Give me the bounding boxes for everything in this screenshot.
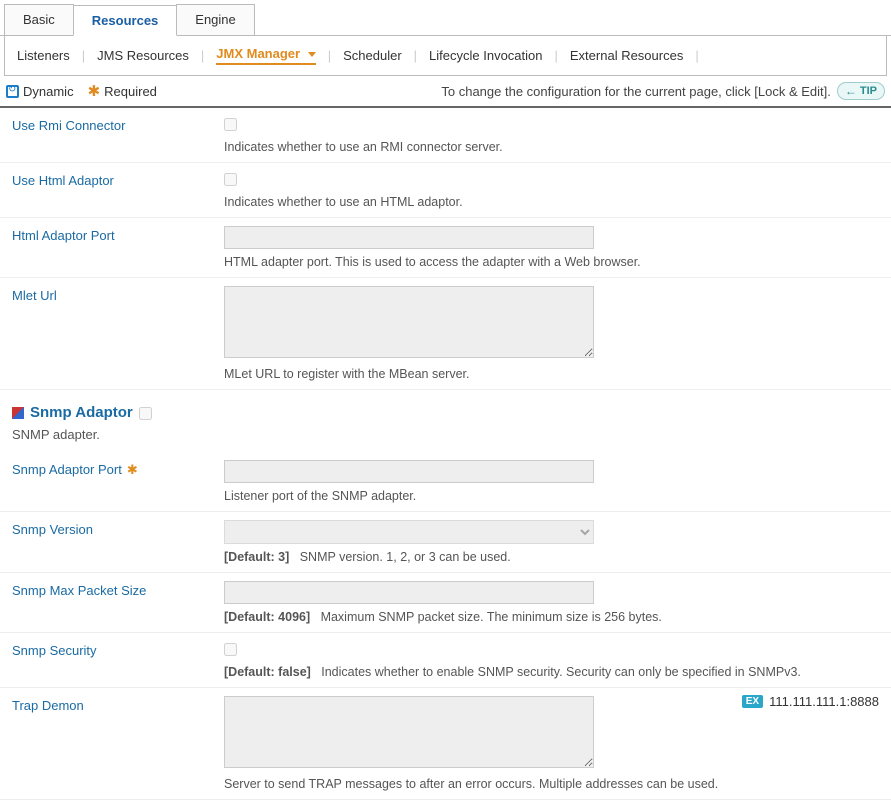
tip-badge-label: TIP [860, 85, 877, 97]
subtab-jmx-manager[interactable]: JMX Manager [216, 46, 315, 65]
select-snmp-version[interactable] [224, 520, 594, 544]
input-snmp-max-packet[interactable] [224, 581, 594, 604]
label-text: Mlet Url [12, 288, 57, 303]
example-value: 111.111.111.1:8888 [769, 694, 879, 709]
checkbox-use-html-adaptor[interactable] [224, 173, 237, 186]
label-snmp-version: Snmp Version [0, 512, 220, 572]
default-snmp-max-packet: [Default: 4096] [224, 610, 310, 624]
section-snmp-title: Snmp Adaptor [30, 404, 133, 421]
separator: | [414, 48, 417, 63]
label-snmp-adaptor-port: Snmp Adaptor Port ✱ [0, 452, 220, 511]
subtab-scheduler[interactable]: Scheduler [343, 48, 402, 63]
row-html-adaptor-port: Html Adaptor Port HTML adapter port. Thi… [0, 218, 891, 278]
legend-required: ✱ Required [88, 82, 157, 100]
label-snmp-max-packet: Snmp Max Packet Size [0, 573, 220, 632]
row-snmp-security: Snmp Security [Default: false] Indicates… [0, 633, 891, 688]
tab-basic[interactable]: Basic [4, 4, 74, 35]
flag-icon [12, 407, 24, 419]
legend-required-label: Required [104, 84, 157, 99]
row-use-rmi-connector: Use Rmi Connector Indicates whether to u… [0, 108, 891, 163]
subtab-listeners[interactable]: Listeners [17, 48, 70, 63]
separator: | [82, 48, 85, 63]
label-snmp-security: Snmp Security [0, 633, 220, 687]
help-trap-demon: Server to send TRAP messages to after an… [224, 777, 879, 791]
tip-badge: ← TIP [837, 82, 885, 100]
arrow-left-icon: ← [845, 84, 857, 98]
help-mlet-url: MLet URL to register with the MBean serv… [224, 367, 879, 381]
subtab-jmx-manager-label: JMX Manager [216, 46, 300, 61]
help-use-html-adaptor: Indicates whether to use an HTML adaptor… [224, 195, 879, 209]
default-snmp-version: [Default: 3] [224, 550, 289, 564]
help-snmp-security: [Default: false] Indicates whether to en… [224, 665, 879, 679]
asterisk-icon: ✱ [127, 462, 138, 478]
help-snmp-version: [Default: 3] SNMP version. 1, 2, or 3 ca… [224, 550, 879, 564]
row-snmp-max-packet: Snmp Max Packet Size [Default: 4096] Max… [0, 573, 891, 633]
row-mlet-url: Mlet Url MLet URL to register with the M… [0, 278, 891, 390]
label-mlet-url: Mlet Url [0, 278, 220, 389]
checkbox-snmp-security[interactable] [224, 643, 237, 656]
separator: | [555, 48, 558, 63]
top-tabs: Basic Resources Engine [0, 0, 891, 36]
input-html-adaptor-port[interactable] [224, 226, 594, 249]
label-use-html-adaptor: Use Html Adaptor [0, 163, 220, 217]
separator: | [328, 48, 331, 63]
row-snmp-adaptor-port: Snmp Adaptor Port ✱ Listener port of the… [0, 452, 891, 512]
help-snmp-max-packet: [Default: 4096] Maximum SNMP packet size… [224, 610, 879, 624]
subtab-lifecycle-invocation[interactable]: Lifecycle Invocation [429, 48, 542, 63]
input-snmp-adaptor-port[interactable] [224, 460, 594, 483]
chevron-down-icon [308, 52, 316, 57]
separator: | [695, 48, 698, 63]
example-badge: EX [742, 695, 763, 708]
refresh-icon [6, 85, 19, 98]
sub-tab-bar: Listeners | JMS Resources | JMX Manager … [4, 36, 887, 76]
label-use-rmi-connector: Use Rmi Connector [0, 108, 220, 162]
row-snmp-version: Snmp Version [Default: 3] SNMP version. … [0, 512, 891, 573]
help-use-rmi-connector: Indicates whether to use an RMI connecto… [224, 140, 879, 154]
legend-dynamic: Dynamic [6, 84, 74, 99]
default-snmp-security: [Default: false] [224, 665, 311, 679]
row-trap-demon: Trap Demon EX 111.111.111.1:8888 Server … [0, 688, 891, 800]
subtab-jms-resources[interactable]: JMS Resources [97, 48, 189, 63]
label-text: Snmp Security [12, 643, 97, 658]
section-snmp-adaptor: Snmp Adaptor SNMP adapter. [0, 390, 891, 452]
separator: | [201, 48, 204, 63]
textarea-trap-demon[interactable] [224, 696, 594, 768]
help-text-snmp-security: Indicates whether to enable SNMP securit… [321, 665, 801, 679]
label-text: Use Rmi Connector [12, 118, 125, 133]
help-html-adaptor-port: HTML adapter port. This is used to acces… [224, 255, 879, 269]
label-text: Snmp Max Packet Size [12, 583, 146, 598]
legend-dynamic-label: Dynamic [23, 84, 74, 99]
tip-text: To change the configuration for the curr… [441, 84, 831, 99]
label-text: Html Adaptor Port [12, 228, 115, 243]
row-use-html-adaptor: Use Html Adaptor Indicates whether to us… [0, 163, 891, 218]
checkbox-snmp-adaptor-enable[interactable] [139, 407, 152, 420]
textarea-mlet-url[interactable] [224, 286, 594, 358]
label-trap-demon: Trap Demon [0, 688, 220, 799]
label-html-adaptor-port: Html Adaptor Port [0, 218, 220, 277]
help-text-snmp-max-packet: Maximum SNMP packet size. The minimum si… [321, 610, 662, 624]
label-text: Trap Demon [12, 698, 84, 713]
label-text: Snmp Adaptor Port [12, 462, 122, 477]
subtab-external-resources[interactable]: External Resources [570, 48, 683, 63]
legend-bar: Dynamic ✱ Required To change the configu… [0, 76, 891, 108]
asterisk-icon: ✱ [88, 82, 101, 100]
help-snmp-adaptor-port: Listener port of the SNMP adapter. [224, 489, 879, 503]
label-text: Snmp Version [12, 522, 93, 537]
tab-engine[interactable]: Engine [176, 4, 254, 35]
help-text-snmp-version: SNMP version. 1, 2, or 3 can be used. [300, 550, 511, 564]
checkbox-use-rmi-connector[interactable] [224, 118, 237, 131]
example-trap-demon: EX 111.111.111.1:8888 [742, 694, 879, 709]
section-snmp-desc: SNMP adapter. [12, 427, 879, 442]
tab-resources[interactable]: Resources [73, 5, 177, 36]
label-text: Use Html Adaptor [12, 173, 114, 188]
